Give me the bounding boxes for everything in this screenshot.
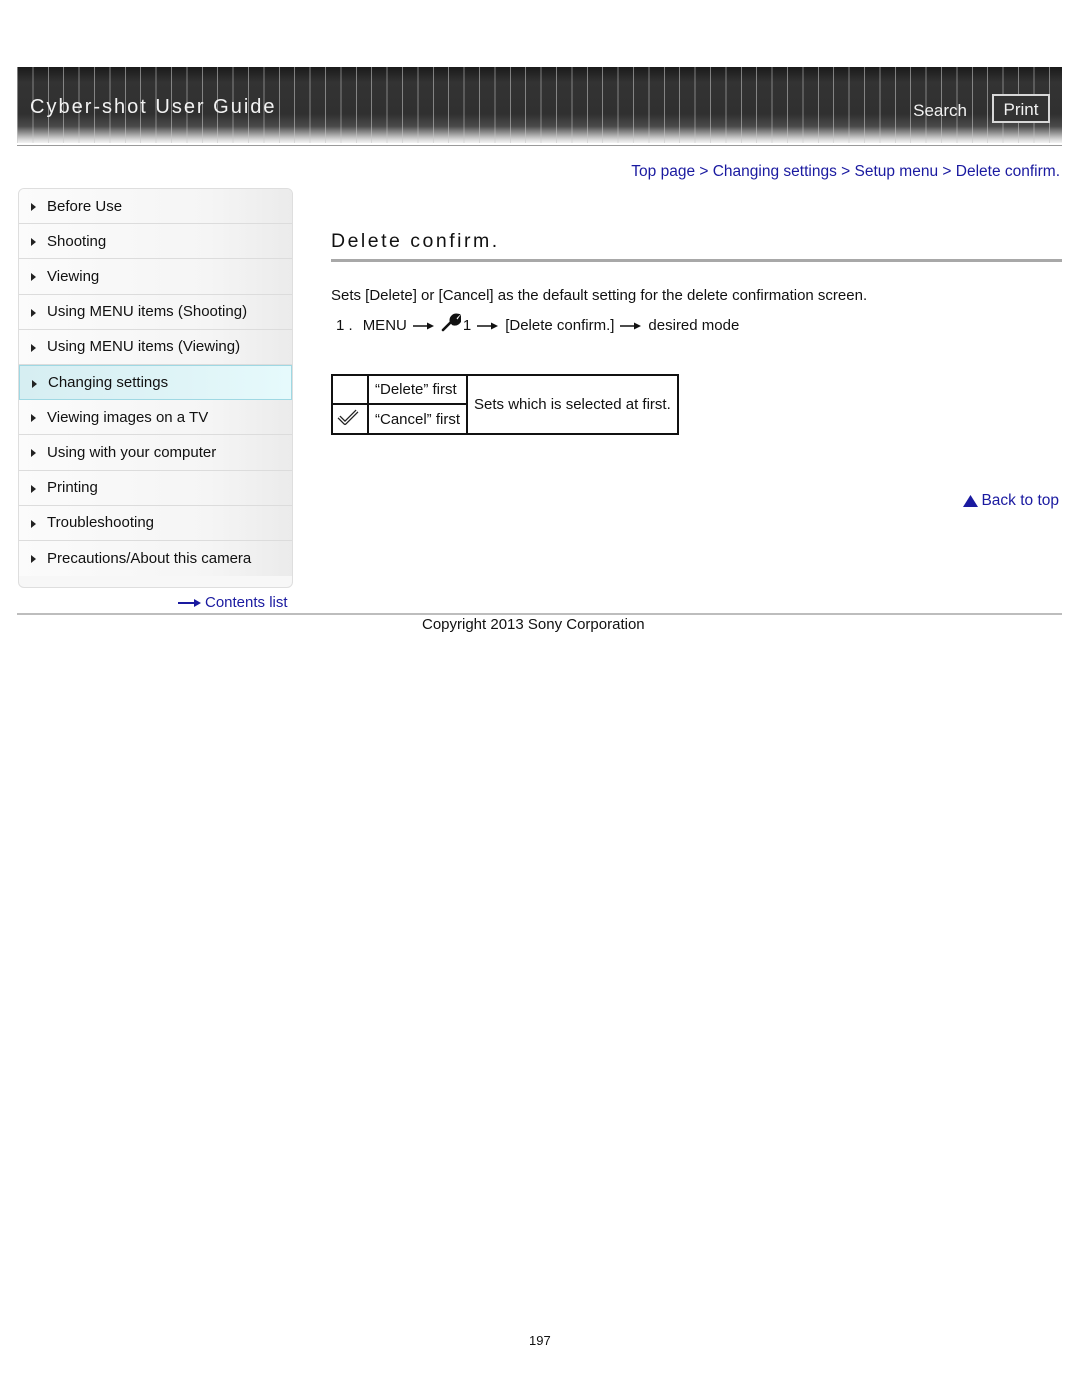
procedure-step: 1 . MENU 1 [Delete confirm.] desired mod… [336,313,740,334]
sidebar-item-menu-shooting[interactable]: Using MENU items (Shooting) [19,294,292,330]
breadcrumb: Top page > Changing settings > Setup men… [631,163,1060,181]
sidebar-item-label: Before Use [47,197,123,215]
page-description: Sets [Delete] or [Cancel] as the default… [331,287,868,304]
triangle-right-icon [31,308,36,317]
sidebar-item-menu-viewing[interactable]: Using MENU items (Viewing) [19,329,292,365]
option-cell: “Delete” first [366,374,469,405]
wrench-icon [441,313,461,331]
arrow-right-icon [412,322,434,329]
sidebar-item-label: Troubleshooting [47,514,155,532]
sidebar-nav: Before Use Shooting Viewing Using MENU i… [18,188,293,588]
step-setup-number: 1 [462,317,472,334]
option-description: Sets which is selected at first. [466,374,679,435]
contents-list-label: Contents list [205,594,288,611]
sidebar-item-shooting[interactable]: Shooting [19,224,292,260]
default-mark-cell [331,374,369,405]
print-button[interactable]: Print [992,94,1050,123]
sidebar-item-label: Printing [47,479,98,497]
breadcrumb-separator: > [841,163,855,180]
step-item: [Delete confirm.] [505,317,615,334]
sidebar-item-computer[interactable]: Using with your computer [19,435,292,471]
step-number: 1 . [336,317,353,334]
sidebar-item-label: Viewing [47,267,100,285]
page-title: Delete confirm. [331,230,500,252]
step-menu: MENU [362,317,407,334]
sidebar-item-label: Viewing images on a TV [47,408,209,426]
copyright-text: Copyright 2013 Sony Corporation [422,616,645,633]
guide-title: Cyber-shot User Guide [30,96,277,118]
breadcrumb-top-page[interactable]: Top page [631,163,695,180]
sidebar-item-label: Precautions/About this camera [47,549,252,567]
sidebar-item-printing[interactable]: Printing [19,470,292,506]
arrow-right-icon [620,322,642,329]
triangle-right-icon [31,238,36,247]
sidebar-item-troubleshooting[interactable]: Troubleshooting [19,505,292,541]
breadcrumb-setup-menu[interactable]: Setup menu [855,163,939,180]
sidebar-item-viewing[interactable]: Viewing [19,259,292,295]
step-target: desired mode [648,317,740,334]
sidebar-item-label: Changing settings [48,374,169,392]
arrow-right-icon [477,322,499,329]
triangle-right-icon [32,379,37,388]
triangle-right-icon [31,414,36,423]
breadcrumb-separator: > [942,163,956,180]
sidebar-item-label: Shooting [47,232,107,250]
table-row: “Delete” first Sets which is selected at… [331,374,679,435]
default-mark-cell [331,403,369,435]
triangle-right-icon [31,203,36,212]
arrow-right-icon [178,598,201,607]
sidebar-item-label: Using MENU items (Shooting) [47,303,248,321]
header-divider [17,145,1062,146]
settings-table: “Delete” first Sets which is selected at… [331,374,679,435]
back-to-top-label: Back to top [981,492,1059,509]
sidebar-item-changing-settings[interactable]: Changing settings [19,364,292,401]
breadcrumb-changing-settings[interactable]: Changing settings [713,163,837,180]
search-link[interactable]: Search [913,101,967,121]
triangle-right-icon [31,519,36,528]
triangle-right-icon [31,555,36,564]
header-banner: Cyber-shot User Guide Search Print [17,67,1062,143]
sidebar-item-before-use[interactable]: Before Use [19,189,292,225]
title-divider [331,259,1062,262]
breadcrumb-delete-confirm[interactable]: Delete confirm. [956,163,1060,180]
checkmark-icon [337,409,359,425]
back-to-top-link[interactable]: Back to top [963,492,1059,510]
sidebar-item-label: Using with your computer [47,443,217,461]
triangle-right-icon [31,343,36,352]
contents-list-link[interactable]: Contents list [178,594,288,611]
sidebar-item-precautions[interactable]: Precautions/About this camera [19,540,292,577]
page-number: 197 [529,1333,551,1348]
triangle-right-icon [31,273,36,282]
triangle-up-icon [963,495,979,507]
triangle-right-icon [31,449,36,458]
option-cell: “Cancel” first [366,403,469,435]
triangle-right-icon [31,484,36,493]
sidebar-item-viewing-tv[interactable]: Viewing images on a TV [19,400,292,436]
sidebar-item-label: Using MENU items (Viewing) [47,338,241,356]
breadcrumb-separator: > [699,163,713,180]
footer-divider [17,613,1062,615]
